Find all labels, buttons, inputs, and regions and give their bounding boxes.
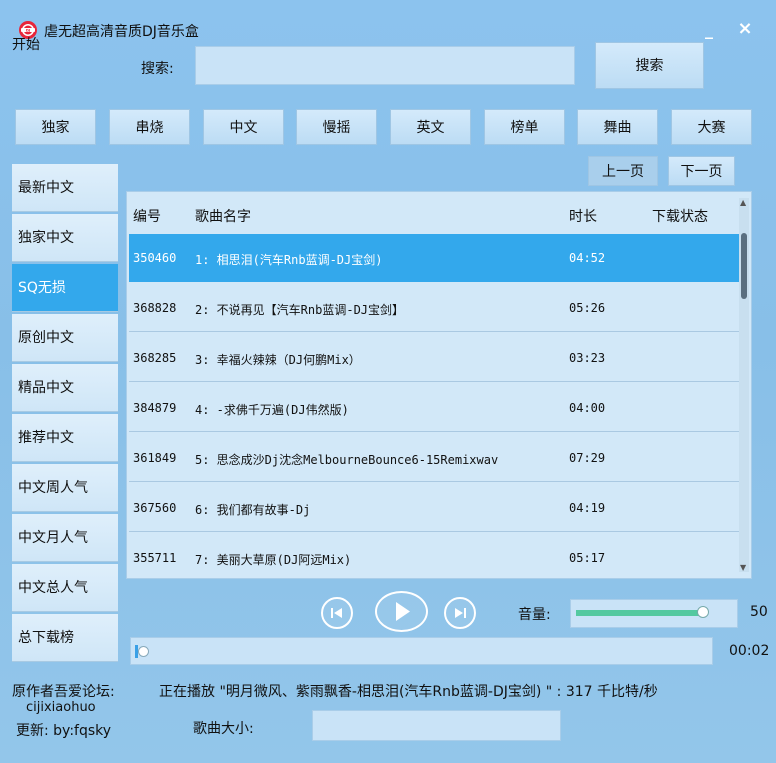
- cell-name: 7: 美丽大草原(DJ阿远Mix): [195, 553, 352, 567]
- previous-track-button[interactable]: [321, 597, 353, 629]
- column-header-duration[interactable]: 时长: [569, 206, 597, 226]
- progress-bar[interactable]: [130, 637, 713, 665]
- search-input[interactable]: [195, 46, 575, 85]
- cell-name: 3: 幸福火辣辣（DJ何鹏Mix）: [195, 353, 361, 367]
- svg-text:DJ: DJ: [26, 29, 30, 33]
- author-name: cijixiaohuo: [26, 700, 96, 715]
- volume-knob[interactable]: [697, 606, 709, 618]
- cell-id: 368828: [133, 301, 177, 315]
- table-row[interactable]: 384879 4: -求佛千万遍(DJ伟然版) 04:00: [129, 384, 739, 432]
- category-button-chinese[interactable]: 中文: [203, 109, 284, 145]
- next-page-button[interactable]: 下一页: [668, 156, 735, 186]
- table-row[interactable]: 355711 7: 美丽大草原(DJ阿远Mix) 05:17: [129, 534, 739, 582]
- cell-duration: 03:23: [569, 351, 606, 365]
- category-button-exclusive[interactable]: 独家: [15, 109, 96, 145]
- volume-value: 50: [750, 604, 768, 620]
- sidebar-item[interactable]: 中文周人气: [12, 464, 118, 512]
- play-icon: [396, 602, 410, 621]
- sidebar-item[interactable]: 独家中文: [12, 214, 118, 262]
- sidebar: 最新中文 独家中文 SQ无损 原创中文 精品中文 推荐中文 中文周人气 中文月人…: [12, 162, 118, 662]
- cell-duration: 04:52: [569, 251, 606, 265]
- sidebar-item[interactable]: 最新中文: [12, 164, 118, 212]
- scroll-down-icon[interactable]: ▼: [740, 563, 746, 572]
- song-table: 编号 歌曲名字 时长 下载状态 350460 1: 相思泪(汽车Rnb蓝调-DJ…: [126, 191, 752, 579]
- volume-fill: [576, 610, 702, 616]
- category-button-contest[interactable]: 大赛: [671, 109, 752, 145]
- author-label: 原作者吾爱论坛:: [12, 684, 115, 700]
- elapsed-time: 00:02: [729, 643, 770, 659]
- sidebar-item[interactable]: 推荐中文: [12, 414, 118, 462]
- table-row[interactable]: 361849 5: 思念成沙Dj沈念MelbourneBounce6-15Rem…: [129, 434, 739, 482]
- cell-duration: 07:29: [569, 451, 606, 465]
- close-button[interactable]: ×: [736, 18, 754, 39]
- now-playing-status: 正在播放 "明月微风、紫雨飘香-相思泪(汽车Rnb蓝调-DJ宝剑) " : 31…: [159, 684, 658, 700]
- category-button-charts[interactable]: 榜单: [484, 109, 565, 145]
- cell-name: 4: -求佛千万遍(DJ伟然版): [195, 403, 349, 417]
- minimize-button[interactable]: _: [705, 20, 721, 39]
- scrollbar-thumb[interactable]: [741, 233, 747, 299]
- sidebar-item[interactable]: 总下载榜: [12, 614, 118, 662]
- cell-name: 1: 相思泪(汽车Rnb蓝调-DJ宝剑): [195, 253, 383, 267]
- column-header-id[interactable]: 编号: [133, 206, 161, 226]
- cell-name: 2: 不说再见【汽车Rnb蓝调-DJ宝剑】: [195, 303, 405, 317]
- table-row-selected[interactable]: 350460 1: 相思泪(汽车Rnb蓝调-DJ宝剑) 04:52: [129, 234, 739, 282]
- next-track-button[interactable]: [444, 597, 476, 629]
- sidebar-item[interactable]: 中文总人气: [12, 564, 118, 612]
- cell-id: 368285: [133, 351, 177, 365]
- cell-name: 6: 我们都有故事-Dj: [195, 503, 311, 517]
- skip-forward-icon: [455, 608, 466, 618]
- table-row[interactable]: 368285 3: 幸福火辣辣（DJ何鹏Mix） 03:23: [129, 334, 739, 382]
- cell-id: 367560: [133, 501, 177, 515]
- volume-slider[interactable]: [570, 599, 738, 628]
- skip-back-icon: [331, 608, 342, 618]
- table-scrollbar[interactable]: ▲ ▼: [739, 198, 749, 572]
- cell-duration: 04:19: [569, 501, 606, 515]
- column-header-download-status[interactable]: 下载状态: [652, 206, 708, 226]
- prev-page-button[interactable]: 上一页: [588, 156, 658, 186]
- cell-id: 355711: [133, 551, 177, 565]
- scroll-up-icon[interactable]: ▲: [740, 198, 746, 207]
- sidebar-item-selected[interactable]: SQ无损: [12, 264, 118, 312]
- song-size-label: 歌曲大小:: [193, 721, 254, 737]
- start-label[interactable]: 开始: [12, 34, 40, 54]
- search-label: 搜索:: [141, 61, 174, 77]
- volume-label: 音量:: [518, 607, 551, 623]
- cell-duration: 05:26: [569, 301, 606, 315]
- category-button-english[interactable]: 英文: [390, 109, 471, 145]
- sidebar-item[interactable]: 中文月人气: [12, 514, 118, 562]
- sidebar-item[interactable]: 精品中文: [12, 364, 118, 412]
- cell-id: 384879: [133, 401, 177, 415]
- search-button[interactable]: 搜索: [595, 42, 704, 89]
- song-size-field: [312, 710, 561, 741]
- category-button-medley[interactable]: 串烧: [109, 109, 190, 145]
- cell-duration: 04:00: [569, 401, 606, 415]
- table-row[interactable]: 367560 6: 我们都有故事-Dj 04:19: [129, 484, 739, 532]
- cell-name: 5: 思念成沙Dj沈念MelbourneBounce6-15Remixwav: [195, 453, 499, 467]
- updater-label: 更新: by:fqsky: [16, 723, 112, 739]
- cell-id: 361849: [133, 451, 177, 465]
- window-title: 虐无超高清音质DJ音乐盒: [44, 24, 199, 40]
- progress-knob[interactable]: [138, 646, 149, 657]
- app-window: DJ 虐无超高清音质DJ音乐盒 开始 _ × 搜索: 搜索 独家 串烧 中文 慢…: [0, 0, 776, 763]
- table-row[interactable]: 368828 2: 不说再见【汽车Rnb蓝调-DJ宝剑】 05:26: [129, 284, 739, 332]
- category-button-slow-rock[interactable]: 慢摇: [296, 109, 377, 145]
- sidebar-item[interactable]: 原创中文: [12, 314, 118, 362]
- cell-duration: 05:17: [569, 551, 606, 565]
- column-header-name[interactable]: 歌曲名字: [195, 206, 251, 226]
- cell-id: 350460: [133, 251, 177, 265]
- category-button-dance[interactable]: 舞曲: [577, 109, 658, 145]
- play-button[interactable]: [375, 591, 428, 632]
